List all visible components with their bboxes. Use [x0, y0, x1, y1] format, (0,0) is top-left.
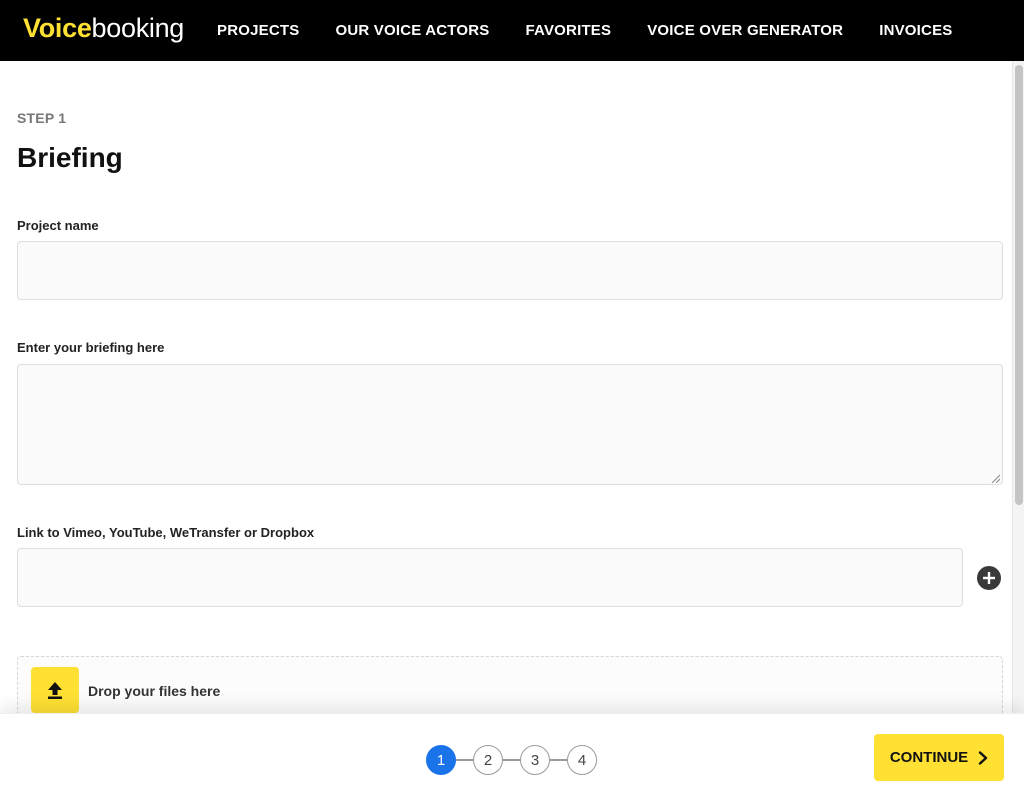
briefing-textarea[interactable] [17, 364, 1003, 485]
upload-button[interactable] [31, 667, 79, 713]
chevron-right-icon [978, 750, 988, 765]
nav-our-voice-actors[interactable]: OUR VOICE ACTORS [335, 22, 489, 39]
project-name-input[interactable] [17, 241, 1003, 300]
project-name-label: Project name [17, 218, 99, 233]
link-label: Link to Vimeo, YouTube, WeTransfer or Dr… [17, 525, 315, 540]
step-label: STEP 1 [17, 110, 67, 126]
step-1-dot[interactable]: 1 [426, 745, 456, 775]
resize-grip-icon[interactable] [990, 473, 1000, 483]
continue-label: CONTINUE [889, 749, 969, 766]
link-input[interactable] [17, 548, 963, 607]
briefing-label: Enter your briefing here [17, 340, 165, 355]
step-4-dot[interactable]: 4 [567, 745, 597, 775]
scrollbar-thumb[interactable] [1015, 65, 1023, 505]
plus-circle-icon[interactable] [977, 566, 1001, 590]
nav-favorites[interactable]: FAVORITES [526, 22, 612, 39]
continue-button[interactable]: CONTINUE [874, 734, 1004, 781]
plus-icon [983, 572, 995, 584]
logo-text-regular: booking [91, 13, 185, 43]
logo-text-bold: Voice [23, 13, 92, 43]
footer-bar: 1 2 3 4 CONTINUE [0, 713, 1024, 800]
step-connector [550, 759, 567, 761]
step-connector [503, 759, 520, 761]
step-indicator: 1 2 3 4 [426, 745, 597, 775]
nav-invoices[interactable]: INVOICES [879, 22, 952, 39]
page-title: Briefing [17, 142, 123, 173]
page-scrollbar[interactable] [1012, 61, 1024, 713]
top-navigation-bar: Voicebooking PROJECTS OUR VOICE ACTORS F… [0, 0, 1024, 61]
step-connector [456, 759, 473, 761]
nav-projects[interactable]: PROJECTS [217, 22, 299, 39]
upload-arrow-icon [48, 682, 62, 699]
dropzone-text: Drop your files here [88, 683, 221, 699]
voicebooking-logo[interactable]: Voicebooking [23, 12, 184, 44]
nav-voice-over-generator[interactable]: VOICE OVER GENERATOR [647, 22, 843, 39]
step-2-dot[interactable]: 2 [473, 745, 503, 775]
main-nav: PROJECTS OUR VOICE ACTORS FAVORITES VOIC… [217, 0, 989, 61]
step-3-dot[interactable]: 3 [520, 745, 550, 775]
